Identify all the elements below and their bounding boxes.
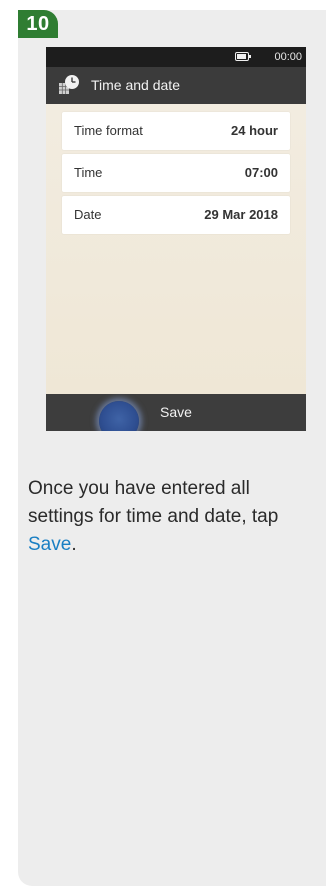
step-number-badge: 10 xyxy=(18,10,58,38)
setting-label: Date xyxy=(74,207,102,222)
screen-title-bar: Time and date xyxy=(46,67,306,104)
setting-value: 07:00 xyxy=(244,165,278,180)
setting-row-time-format[interactable]: Time format 24 hour xyxy=(62,112,290,150)
setting-row-time[interactable]: Time 07:00 xyxy=(62,154,290,192)
instruction-body: Once you have entered all settings for t… xyxy=(28,478,279,527)
setting-value: 29 Mar 2018 xyxy=(204,207,278,222)
setting-value: 24 hour xyxy=(231,123,278,138)
status-time: 00:00 xyxy=(274,51,302,63)
instruction-text: Once you have entered all settings for t… xyxy=(28,475,318,559)
screen-title: Time and date xyxy=(91,77,180,93)
setting-label: Time format xyxy=(74,123,143,138)
setting-label: Time xyxy=(74,165,103,180)
settings-list: Time format 24 hour Time 07:00 Date 29 M… xyxy=(46,104,306,394)
device-screen: 00:00 Time and date Time format 24 hour … xyxy=(46,47,306,431)
save-button[interactable]: Save xyxy=(146,394,206,431)
battery-icon xyxy=(235,52,251,61)
status-bar: 00:00 xyxy=(46,47,306,67)
clock-calendar-icon xyxy=(59,75,79,94)
setting-row-date[interactable]: Date 29 Mar 2018 xyxy=(62,196,290,234)
save-link[interactable]: Save xyxy=(28,534,71,555)
instruction-end: . xyxy=(71,534,77,555)
